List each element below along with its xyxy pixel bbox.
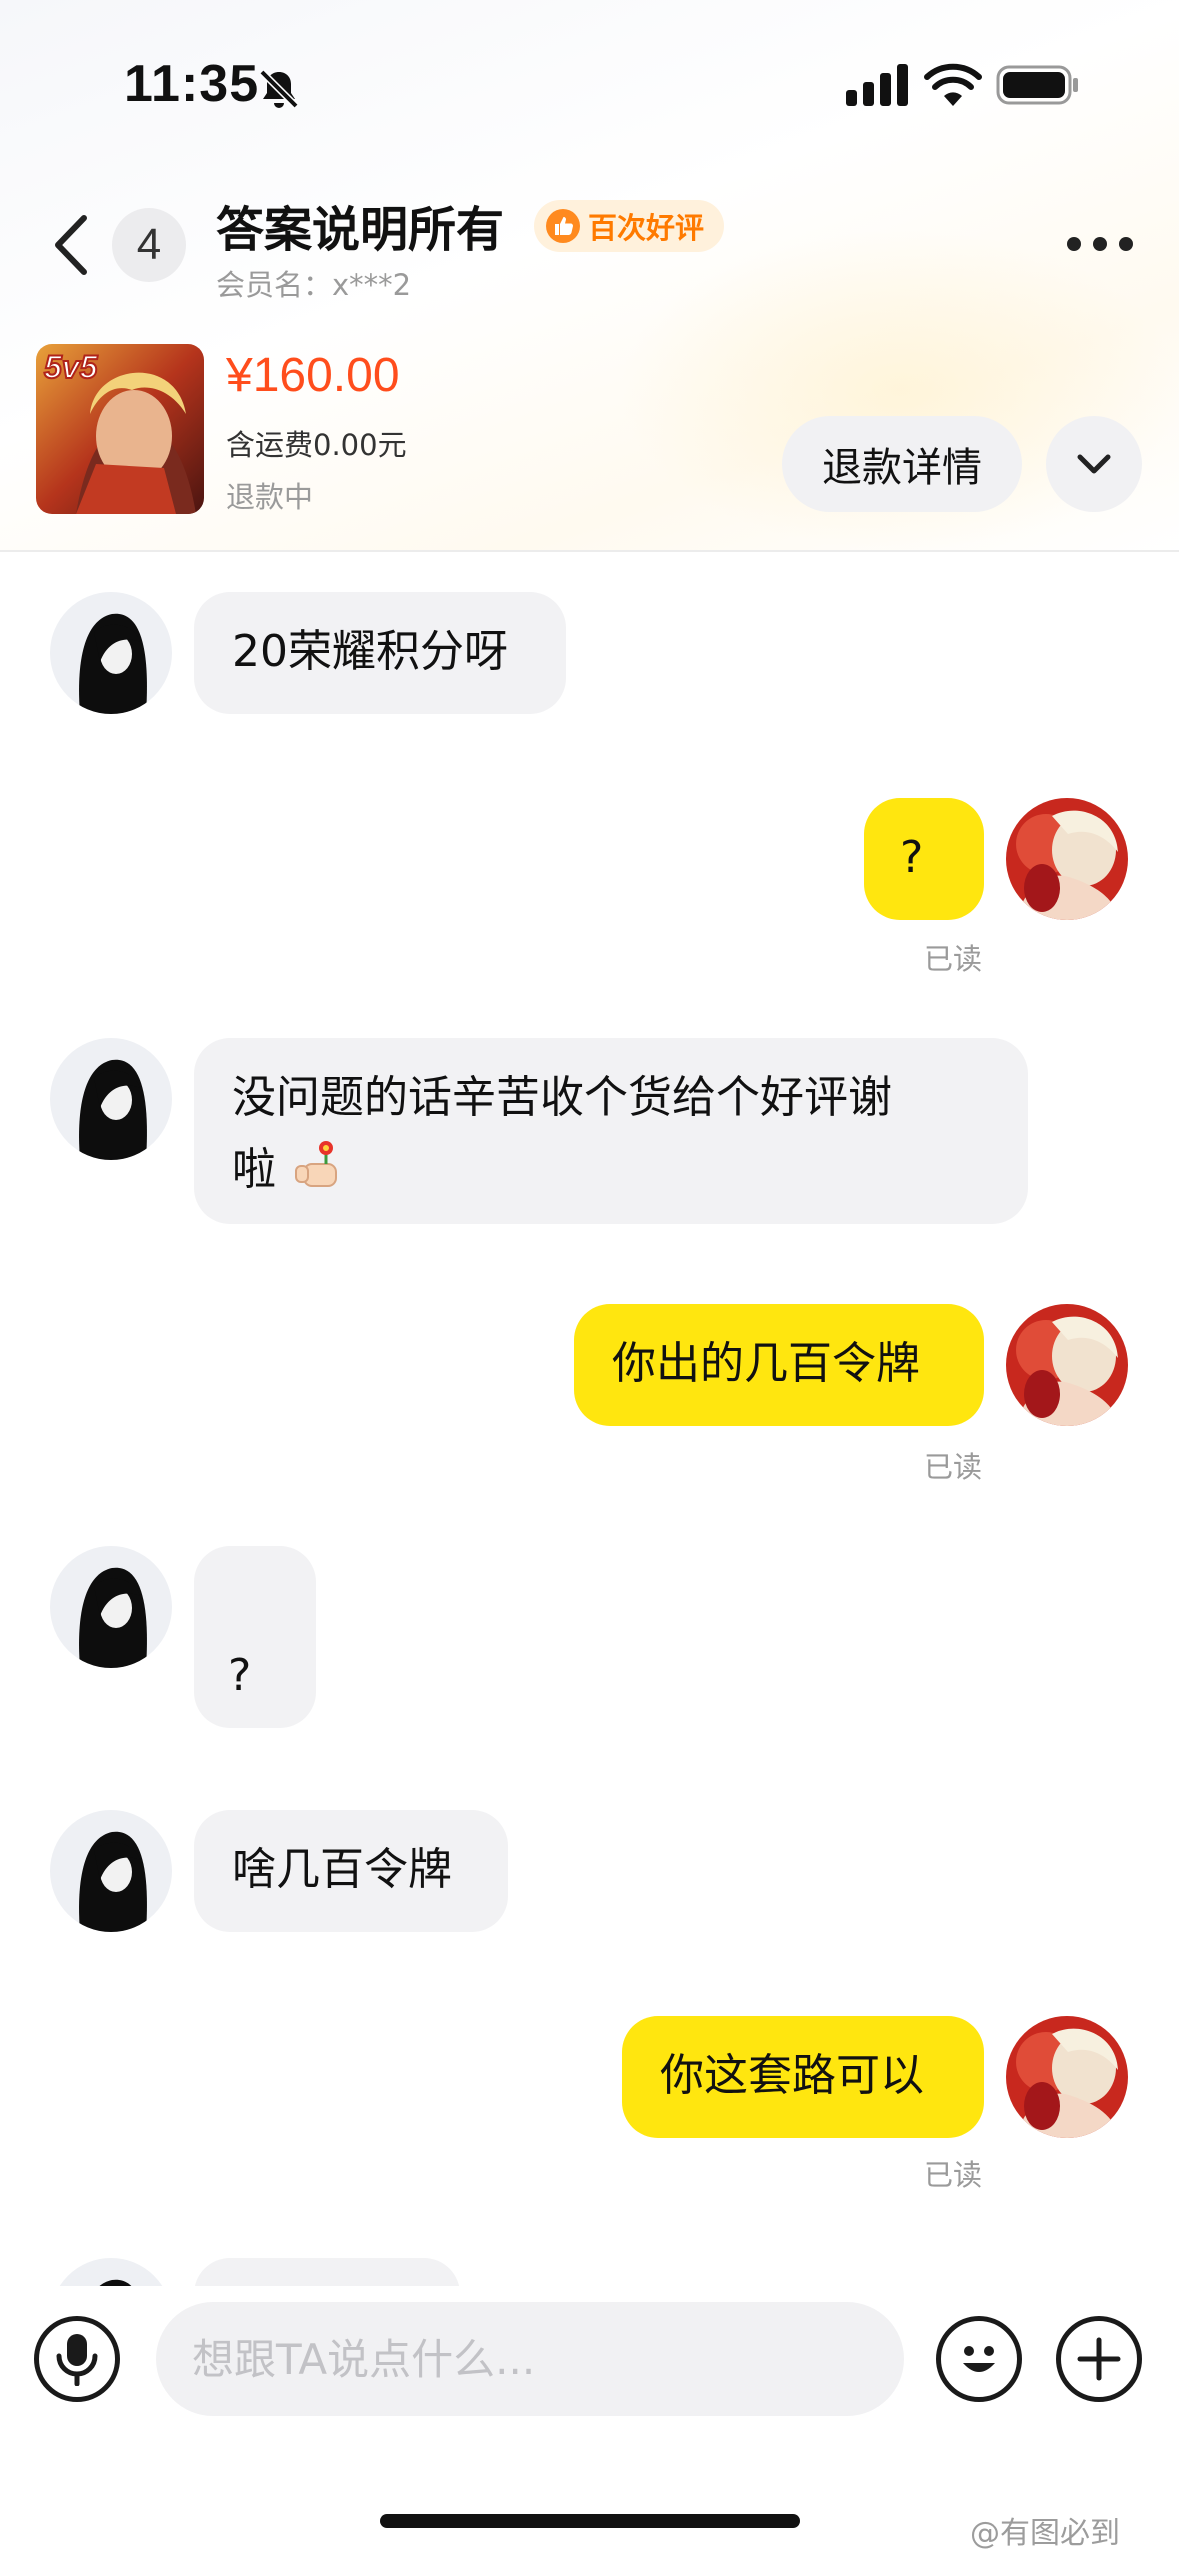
hand-holding-flower-icon	[295, 1141, 337, 1187]
refund-status: 退款中	[226, 480, 314, 514]
seller-avatar[interactable]	[50, 1038, 172, 1160]
more-dots-icon[interactable]	[1064, 222, 1136, 266]
message-bubble-incoming[interactable]: ?	[194, 1546, 316, 1728]
read-receipt: 已读	[924, 2158, 983, 2192]
status-time: 11:35	[124, 55, 260, 113]
my-avatar[interactable]	[1006, 1304, 1128, 1426]
cellular-signal-icon	[846, 64, 908, 106]
my-avatar[interactable]	[1006, 2016, 1128, 2138]
message-text: 你出的几百令牌	[612, 1338, 920, 1389]
chat-title: 答案说明所有	[216, 202, 505, 258]
message-text: 你这套路可以	[660, 2050, 924, 2101]
plus-icon	[1077, 2337, 1121, 2381]
message-text: 啥几百令牌	[232, 1844, 452, 1895]
microphone-icon	[56, 2334, 98, 2386]
my-avatar[interactable]	[1006, 798, 1128, 920]
message-bubble-incoming[interactable]: 没问题的话辛苦收个货给个好评谢 啦	[194, 1038, 1028, 1224]
watermark: @有图必到	[970, 2516, 1120, 2551]
product-shipping: 含运费0.00元	[226, 428, 407, 462]
message-bubble-outgoing[interactable]: ?	[864, 798, 984, 920]
chevron-down-icon	[1077, 454, 1111, 474]
rating-badge-label: 百次好评	[588, 211, 705, 245]
message-text: 20荣耀积分呀	[232, 626, 508, 677]
seller-avatar[interactable]	[50, 1810, 172, 1932]
rating-badge[interactable]: 百次好评	[534, 200, 724, 252]
wifi-icon	[924, 63, 982, 106]
product-image[interactable]: 5v5	[36, 344, 204, 514]
plus-button[interactable]	[1056, 2316, 1142, 2402]
seller-avatar[interactable]	[50, 1546, 172, 1668]
thumbs-up-icon	[546, 209, 580, 243]
message-bubble-outgoing[interactable]: 你出的几百令牌	[574, 1304, 984, 1426]
battery-icon	[996, 65, 1078, 105]
message-text: ?	[228, 1650, 252, 1701]
unread-count-badge[interactable]: 4	[112, 208, 186, 282]
read-receipt: 已读	[924, 1450, 983, 1484]
expand-button[interactable]	[1046, 416, 1142, 512]
message-bubble-outgoing[interactable]: 你这套路可以	[622, 2016, 984, 2138]
refund-details-button[interactable]: 退款详情	[782, 416, 1022, 512]
seller-avatar[interactable]	[50, 592, 172, 714]
message-bubble-incoming[interactable]: 啥几百令牌	[194, 1810, 508, 1932]
message-text: ?	[900, 832, 924, 883]
voice-button[interactable]	[34, 2316, 120, 2402]
read-receipt: 已读	[924, 942, 983, 976]
home-indicator	[380, 2514, 800, 2528]
emoji-button[interactable]	[936, 2316, 1022, 2402]
product-price: ¥160.00	[226, 349, 400, 402]
message-text-line2: 啦	[232, 1134, 1028, 1206]
member-name: 会员名：x***2	[216, 268, 412, 302]
message-input[interactable]	[156, 2302, 904, 2416]
bell-slash-icon	[259, 69, 299, 109]
header-divider	[0, 550, 1179, 552]
product-image-badge: 5v5	[44, 349, 99, 385]
message-bubble-incoming[interactable]: 20荣耀积分呀	[194, 592, 566, 714]
back-chevron-icon[interactable]	[46, 210, 96, 280]
emoji-face-icon	[963, 2346, 995, 2372]
message-text: 没问题的话辛苦收个货给个好评谢	[232, 1072, 892, 1123]
